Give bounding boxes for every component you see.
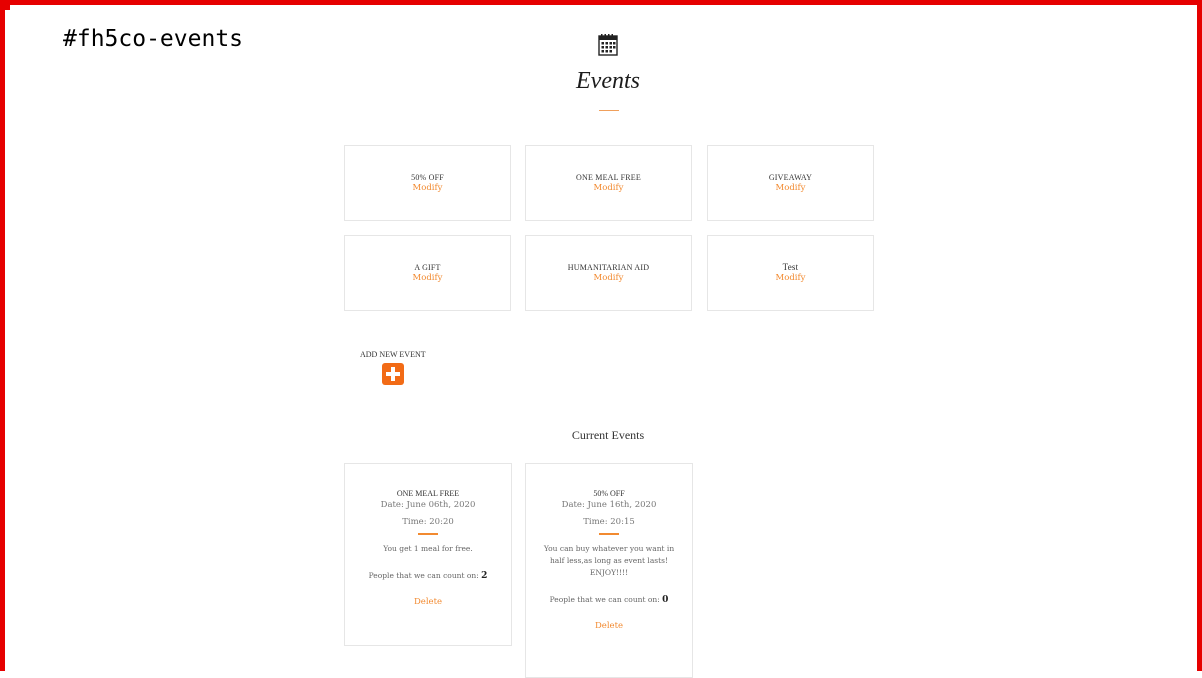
modify-link[interactable]: Modify [413, 273, 443, 284]
people-count: 0 [662, 594, 669, 605]
event-card: Test Modify [707, 235, 874, 311]
section-id-label: #fh5co-events [63, 26, 244, 52]
plus-icon-stem [391, 367, 395, 381]
current-events-title: Current Events [571, 428, 645, 442]
event-name: Test [782, 262, 799, 272]
event-name: A GIFT [414, 263, 441, 272]
modify-link[interactable]: Modify [776, 273, 806, 284]
current-event-divider [599, 533, 619, 535]
current-event-date: Date: June 16th, 2020 [561, 500, 657, 510]
page-title: Events [576, 68, 640, 94]
event-name: ONE MEAL FREE [576, 173, 641, 182]
people-label: People that we can count on: [549, 594, 660, 604]
calendar-icon [598, 34, 618, 56]
add-event-label: ADD NEW EVENT [360, 350, 426, 359]
current-event-card: ONE MEAL FREE Date: June 06th, 2020 Time… [344, 463, 512, 646]
current-event-time: Time: 20:15 [583, 517, 635, 527]
current-event-description: You get 1 meal for free. [383, 543, 473, 553]
event-card: GIVEAWAY Modify [707, 145, 874, 221]
current-event-card: 50% OFF Date: June 16th, 2020 Time: 20:1… [525, 463, 693, 678]
current-event-time: Time: 20:20 [402, 517, 454, 527]
current-event-divider [418, 533, 438, 535]
event-card: ONE MEAL FREE Modify [525, 145, 692, 221]
modify-link[interactable]: Modify [594, 183, 624, 194]
current-event-date: Date: June 06th, 2020 [380, 500, 476, 510]
people-label: People that we can count on: [368, 570, 479, 580]
delete-link[interactable]: Delete [345, 597, 511, 607]
event-name: 50% OFF [411, 173, 444, 182]
frame-corner [0, 0, 10, 10]
people-count: 2 [481, 570, 488, 581]
current-event-people: People that we can count on: 0 [526, 595, 692, 605]
modify-link[interactable]: Modify [413, 183, 443, 194]
current-event-name: 50% OFF [593, 489, 625, 498]
event-card: HUMANITARIAN AID Modify [525, 235, 692, 311]
event-card: 50% OFF Modify [344, 145, 511, 221]
event-name: GIVEAWAY [768, 173, 813, 182]
title-underline [599, 110, 619, 111]
event-card: A GIFT Modify [344, 235, 511, 311]
delete-link[interactable]: Delete [526, 621, 692, 631]
current-event-description: You can buy whatever you want in half le… [543, 543, 675, 577]
current-event-name: ONE MEAL FREE [396, 489, 460, 498]
current-event-people: People that we can count on: 2 [345, 571, 511, 581]
modify-link[interactable]: Modify [776, 183, 806, 194]
modify-link[interactable]: Modify [594, 273, 624, 284]
add-event-button[interactable] [382, 363, 404, 385]
event-name: HUMANITARIAN AID [567, 263, 650, 272]
